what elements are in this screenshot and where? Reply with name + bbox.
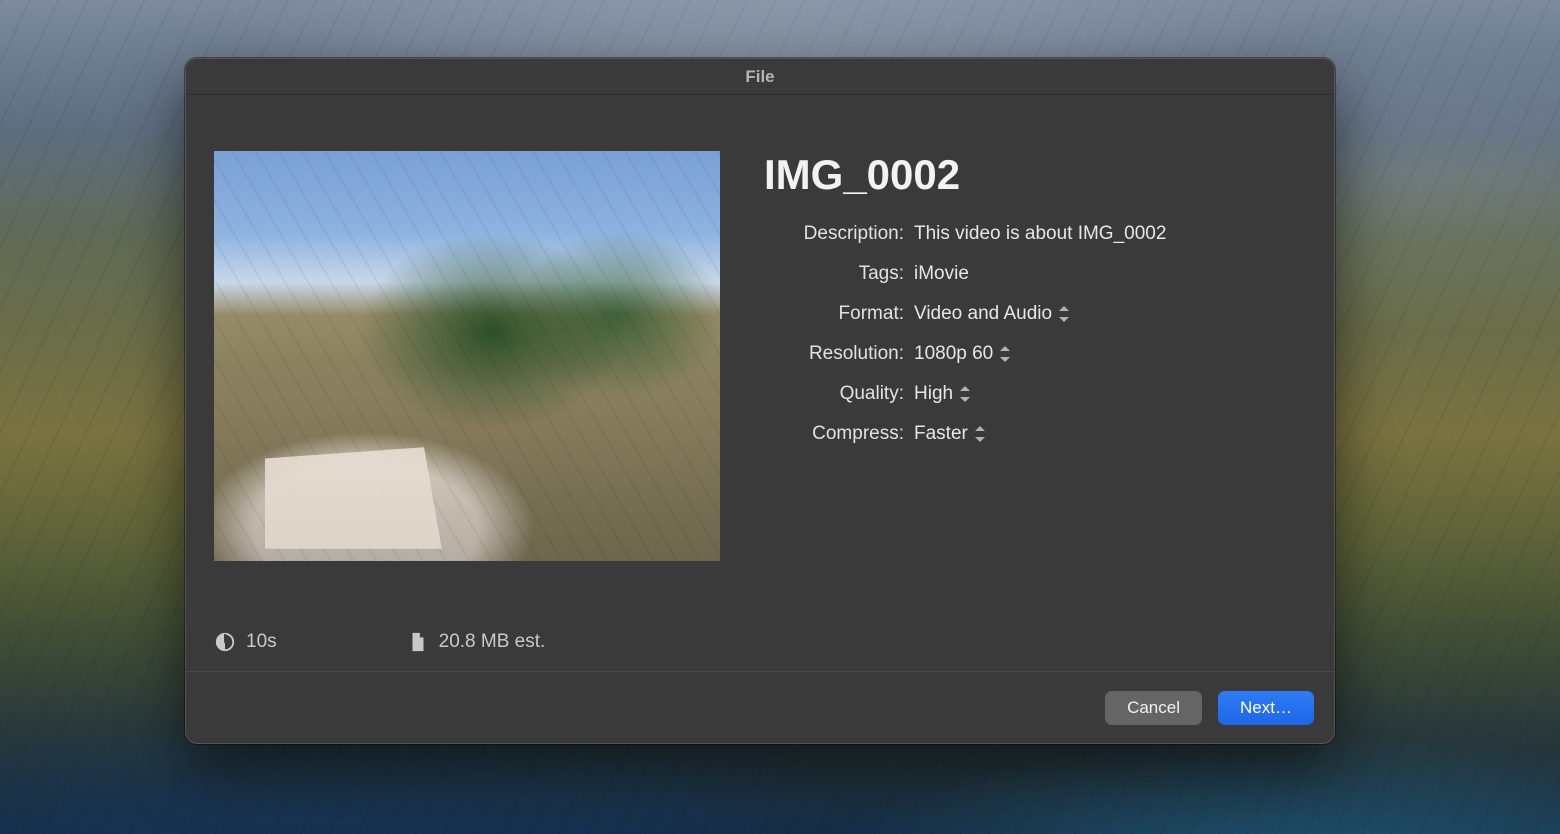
dialog-titlebar: File (186, 59, 1334, 95)
label-compress: Compress: (764, 423, 914, 445)
clock-icon (214, 631, 236, 653)
resolution-value: 1080p 60 (914, 343, 993, 365)
format-popup[interactable]: Video and Audio (914, 301, 1070, 327)
document-icon (407, 631, 429, 653)
right-column: IMG_0002 Description: This video is abou… (764, 151, 1306, 653)
quality-popup[interactable]: High (914, 381, 971, 407)
dialog-content: 10s 20.8 MB est. IMG_0002 Description: T… (186, 95, 1334, 671)
dialog-title: File (745, 67, 774, 87)
label-tags: Tags: (764, 263, 914, 285)
filesize-meta: 20.8 MB est. (407, 631, 546, 653)
row-tags: Tags: iMovie (764, 261, 1306, 287)
label-description: Description: (764, 223, 914, 245)
tags-field[interactable]: iMovie (914, 261, 969, 287)
file-title: IMG_0002 (764, 151, 1306, 199)
next-button[interactable]: Next… (1218, 691, 1314, 725)
label-format: Format: (764, 303, 914, 325)
video-thumbnail (214, 151, 720, 561)
chevron-up-down-icon (1058, 306, 1070, 322)
label-quality: Quality: (764, 383, 914, 405)
export-file-dialog: File 10s 20.8 MB est. (185, 58, 1335, 744)
quality-value: High (914, 383, 953, 405)
row-quality: Quality: High (764, 381, 1306, 407)
chevron-up-down-icon (999, 346, 1011, 362)
cancel-button[interactable]: Cancel (1105, 691, 1202, 725)
compress-value: Faster (914, 423, 968, 445)
chevron-up-down-icon (974, 426, 986, 442)
row-compress: Compress: Faster (764, 421, 1306, 447)
label-resolution: Resolution: (764, 343, 914, 365)
row-format: Format: Video and Audio (764, 301, 1306, 327)
compress-popup[interactable]: Faster (914, 421, 986, 447)
row-description: Description: This video is about IMG_000… (764, 221, 1306, 247)
resolution-popup[interactable]: 1080p 60 (914, 341, 1011, 367)
duration-value: 10s (246, 631, 277, 653)
left-column: 10s 20.8 MB est. (214, 151, 724, 653)
format-value: Video and Audio (914, 303, 1052, 325)
description-field[interactable]: This video is about IMG_0002 (914, 221, 1166, 247)
duration-meta: 10s (214, 631, 277, 653)
meta-row: 10s 20.8 MB est. (214, 583, 724, 653)
row-resolution: Resolution: 1080p 60 (764, 341, 1306, 367)
chevron-up-down-icon (959, 386, 971, 402)
dialog-footer: Cancel Next… (186, 671, 1334, 743)
filesize-value: 20.8 MB est. (439, 631, 546, 653)
